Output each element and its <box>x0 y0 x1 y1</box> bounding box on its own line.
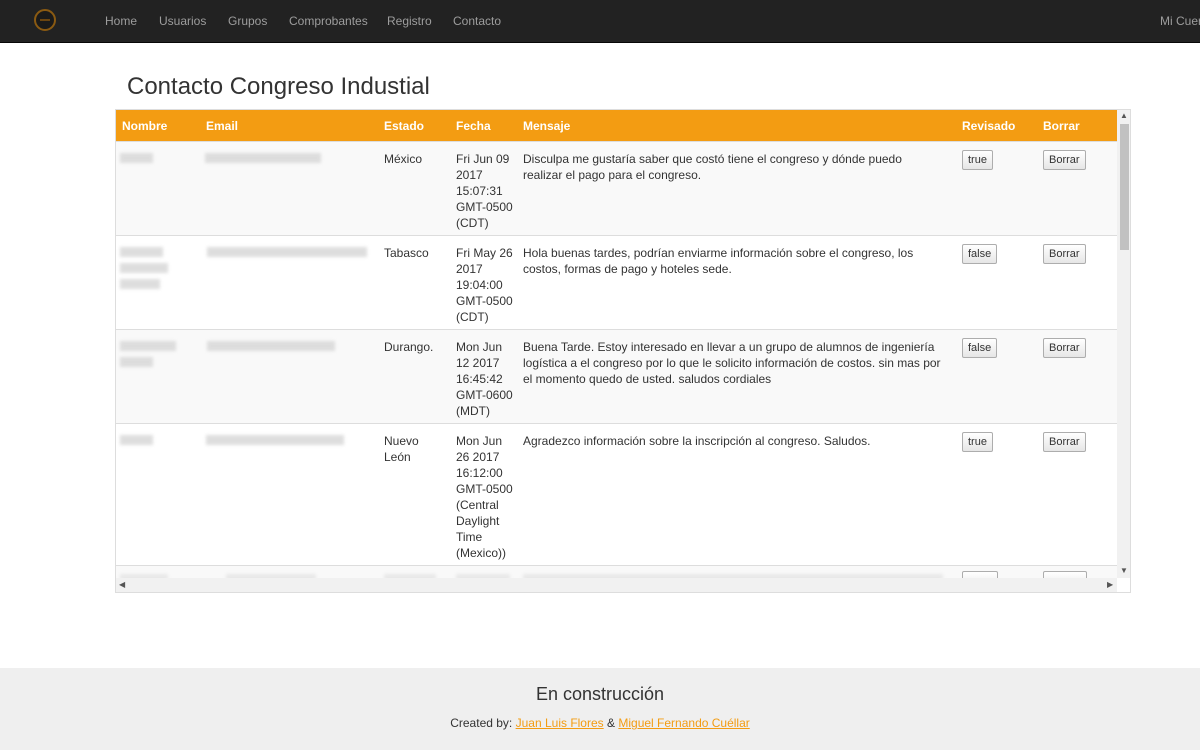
author-link-miguel-fernando-cuellar[interactable]: Miguel Fernando Cuéllar <box>618 716 749 730</box>
nav-contacto[interactable]: Contacto <box>453 14 501 28</box>
redacted-name <box>120 357 153 367</box>
borrar-button[interactable]: Borrar <box>1043 338 1086 358</box>
header-nombre: Nombre <box>122 119 168 133</box>
navbar: Home Usuarios Grupos Comprobantes Regist… <box>0 0 1200 43</box>
header-estado: Estado <box>384 119 425 133</box>
fecha-cell: Mon Jun 26 2017 16:12:00 GMT-0500 (Centr… <box>456 434 513 560</box>
redacted-name <box>120 341 176 351</box>
fecha-cell: Fri May 26 2017 19:04:00 GMT-0500 (CDT) <box>456 246 513 324</box>
mensaje-cell: Hola buenas tardes, podrían enviarme inf… <box>523 246 914 276</box>
page-title: Contacto Congreso Industial <box>127 73 430 100</box>
footer-title: En construcción <box>535 684 665 704</box>
nav-usuarios[interactable]: Usuarios <box>159 14 206 28</box>
scroll-up-arrow-icon[interactable]: ▲ <box>1120 111 1128 120</box>
nav-my-account[interactable]: Mi Cuer <box>1160 14 1200 28</box>
mensaje-cell: Agradezco información sobre la inscripci… <box>523 434 871 448</box>
redacted-name <box>120 279 160 289</box>
borrar-button[interactable]: Borrar <box>1043 150 1086 170</box>
mensaje-cell: Disculpa me gustaría saber que costó tie… <box>523 152 902 182</box>
redacted-email <box>207 341 335 351</box>
header-revisado: Revisado <box>962 119 1016 133</box>
fecha-cell: Mon Jun 12 2017 16:45:42 GMT-0600 (MDT) <box>456 340 513 418</box>
redacted-email <box>207 247 367 257</box>
header-borrar: Borrar <box>1043 119 1080 133</box>
scroll-left-arrow-icon[interactable]: ◀ <box>119 580 125 589</box>
conference-logo-icon[interactable] <box>34 9 56 31</box>
header-email: Email <box>206 119 239 133</box>
redacted-name <box>120 263 168 273</box>
redacted-name <box>120 247 163 257</box>
nav-home[interactable]: Home <box>105 14 137 28</box>
horizontal-scrollbar[interactable]: ◀ ▶ <box>116 578 1117 592</box>
estado-cell: México <box>384 152 423 166</box>
borrar-button[interactable]: Borrar <box>1043 244 1086 264</box>
vertical-scroll-thumb[interactable] <box>1120 124 1129 250</box>
estado-cell: Tabasco <box>384 246 429 260</box>
created-by-label: Created by: <box>450 716 513 730</box>
table-row: Tabasco Fri May 26 2017 19:04:00 GMT-050… <box>116 235 1117 330</box>
redacted-name <box>120 153 153 163</box>
nav-comprobantes[interactable]: Comprobantes <box>289 14 368 28</box>
author-link-juan-luis-flores[interactable]: Juan Luis Flores <box>516 716 604 730</box>
author-separator: & <box>607 716 616 730</box>
table-row: Nuevo León Mon Jun 26 2017 16:12:00 GMT-… <box>116 423 1117 566</box>
scroll-right-arrow-icon[interactable]: ▶ <box>1107 580 1113 589</box>
table-row: México Fri Jun 09 2017 15:07:31 GMT-0500… <box>116 141 1117 236</box>
revisado-toggle-button[interactable]: false <box>962 244 998 264</box>
redacted-email <box>206 435 344 445</box>
mensaje-cell: Buena Tarde. Estoy interesado en llevar … <box>523 340 941 386</box>
header-fecha: Fecha <box>456 119 491 133</box>
revisado-toggle-button[interactable]: true <box>962 432 993 452</box>
footer: En construcción Created by: Juan Luis Fl… <box>0 668 1200 750</box>
estado-cell: Durango. <box>384 340 434 354</box>
scroll-down-arrow-icon[interactable]: ▼ <box>1120 566 1128 575</box>
revisado-toggle-button[interactable]: false <box>962 338 998 358</box>
vertical-scrollbar[interactable]: ▲ ▼ <box>1117 110 1130 578</box>
borrar-button[interactable]: Borrar <box>1043 432 1086 452</box>
revisado-toggle-button[interactable]: true <box>962 150 993 170</box>
estado-cell: Nuevo León <box>384 434 419 464</box>
fecha-cell: Fri Jun 09 2017 15:07:31 GMT-0500 (CDT) <box>456 152 513 230</box>
nav-registro[interactable]: Registro <box>387 14 432 28</box>
header-mensaje: Mensaje <box>523 119 571 133</box>
table-header: Nombre Email Estado Fecha Mensaje Revisa… <box>116 110 1117 141</box>
nav-grupos[interactable]: Grupos <box>228 14 267 28</box>
footer-credits: Created by: Juan Luis Flores & Miguel Fe… <box>0 716 1200 730</box>
redacted-name <box>120 435 153 445</box>
contacts-table: Nombre Email Estado Fecha Mensaje Revisa… <box>115 109 1131 593</box>
table-row: Durango. Mon Jun 12 2017 16:45:42 GMT-06… <box>116 329 1117 424</box>
redacted-email <box>205 153 321 163</box>
